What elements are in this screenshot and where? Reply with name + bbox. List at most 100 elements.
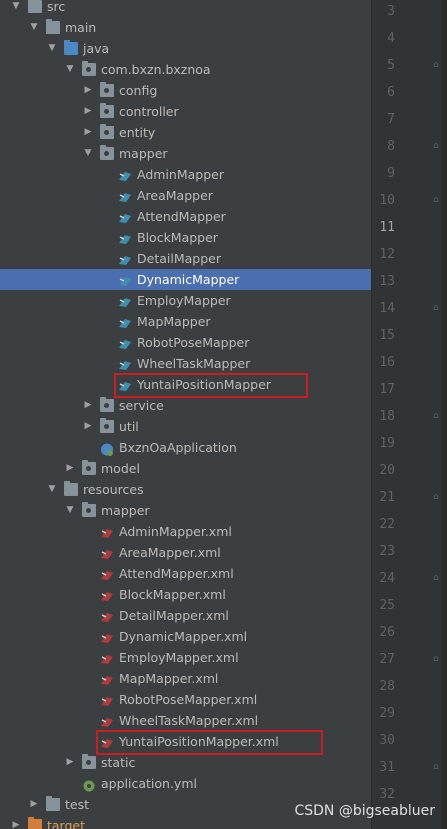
excluded-folder-icon [28,817,42,829]
tree-item[interactable]: ▶ entity [0,122,371,143]
fold-marker-icon[interactable]: ⌂ [433,141,441,151]
line-number: 20 [379,463,395,478]
tree-item[interactable]: EmployMapper.xml [0,647,371,668]
expand-arrow-right-icon[interactable]: ▶ [82,122,94,143]
tree-item[interactable]: EmployMapper [0,290,371,311]
tree-item-label: AreaMapper [137,188,213,203]
editor-gutter: 3 4 5 ⌂ 6 7 8 ⌂ 9 10 ⌂ 11 12 13 14 ⌂ 15 16 17 18 ⌂ 19 20 21 ⌂ 22 2… [371,0,447,829]
fold-marker-icon[interactable]: ⌂ [433,411,441,421]
tree-item[interactable]: AreaMapper.xml [0,542,371,563]
expand-arrow-right-icon[interactable]: ▶ [28,794,40,815]
tree-item[interactable]: ▶ static [0,752,371,773]
tree-item[interactable]: ▶ controller [0,101,371,122]
xml-file-icon [100,588,114,601]
tree-item[interactable]: application.yml [0,773,371,794]
expand-arrow-down-icon[interactable]: ▼ [10,0,22,17]
expand-arrow-right-icon[interactable]: ▶ [82,80,94,101]
line-number: 27 [379,652,395,667]
line-number: 13 [379,274,395,289]
expand-arrow-right-icon[interactable]: ▶ [82,101,94,122]
line-number: 3 [387,4,395,19]
tree-item-label: java [83,41,110,56]
tree-item[interactable]: AttendMapper.xml [0,563,371,584]
line-number: 28 [379,679,395,694]
expand-arrow-right-icon[interactable]: ▶ [82,395,94,416]
tree-item[interactable]: MapMapper.xml [0,668,371,689]
tree-item[interactable]: ▼ src [0,0,371,17]
tree-item[interactable]: BlockMapper [0,227,371,248]
tree-item[interactable]: ▶ service [0,395,371,416]
tree-item-label: config [119,83,158,98]
tree-item[interactable]: ▶ model [0,458,371,479]
fold-marker-icon[interactable]: ⌂ [433,654,441,664]
tree-item[interactable]: ▶ config [0,80,371,101]
expand-arrow-down-icon[interactable]: ▼ [46,38,58,59]
tree-item[interactable]: MapMapper [0,311,371,332]
tree-item[interactable]: ▼ com.bxzn.bxznoa [0,59,371,80]
expand-arrow-right-icon[interactable]: ▶ [10,815,22,829]
tree-item-label: model [101,461,140,476]
tree-item[interactable]: AdminMapper [0,164,371,185]
tree-item-label: resources [83,482,144,497]
fold-marker-icon[interactable]: ⌂ [433,573,441,583]
tree-item-label: WheelTaskMapper [137,356,251,371]
tree-item[interactable]: ▼ java [0,38,371,59]
fold-marker-icon[interactable]: ⌂ [433,492,441,502]
tree-item-label: application.yml [101,776,197,791]
tree-item-label: RobotPoseMapper.xml [119,692,258,707]
tree-item[interactable]: ▼ mapper [0,143,371,164]
package-icon [100,82,114,97]
fold-marker-icon[interactable]: ⌂ [433,195,441,205]
tree-item[interactable]: DetailMapper.xml [0,605,371,626]
mapper-interface-icon [118,357,132,370]
expand-arrow-down-icon[interactable]: ▼ [64,59,76,80]
fold-marker-icon[interactable]: ⌂ [433,762,441,772]
tree-item[interactable]: BlockMapper.xml [0,584,371,605]
xml-file-icon [100,567,114,580]
line-number: 8 [387,139,395,154]
tree-item[interactable]: BxznOaApplication [0,437,371,458]
tree-item[interactable]: RobotPoseMapper.xml [0,689,371,710]
tree-item-label: static [101,755,136,770]
line-number: 29 [379,706,395,721]
tree-item[interactable]: ▶ util [0,416,371,437]
package-icon [82,61,96,76]
mapper-interface-icon [118,231,132,244]
tree-item[interactable]: DynamicMapper [0,269,371,290]
line-number: 24 [379,571,395,586]
fold-marker-icon[interactable]: ⌂ [433,60,441,70]
tree-item[interactable]: WheelTaskMapper [0,353,371,374]
line-number: 30 [379,733,395,748]
tree-item[interactable]: DynamicMapper.xml [0,626,371,647]
tree-item-label: DynamicMapper.xml [119,629,248,644]
expand-arrow-down-icon[interactable]: ▼ [82,143,94,164]
line-number: 26 [379,625,395,640]
tree-item-label: mapper [119,146,168,161]
expand-arrow-down-icon[interactable]: ▼ [28,17,40,38]
tree-item[interactable]: ▼ mapper [0,500,371,521]
mapper-interface-icon [118,273,132,286]
project-tree[interactable]: ▼ src ▼ main ▼ java ▼ com.bxzn.bxznoa ▶ config ▶ co… [0,0,371,829]
tree-item[interactable]: ▼ main [0,17,371,38]
tree-item[interactable]: ▼ resources [0,479,371,500]
mapper-interface-icon [118,168,132,181]
xml-file-icon [100,672,114,685]
expand-arrow-right-icon[interactable]: ▶ [64,752,76,773]
expand-arrow-down-icon[interactable]: ▼ [46,479,58,500]
tree-item[interactable]: DetailMapper [0,248,371,269]
tree-item[interactable]: AreaMapper [0,185,371,206]
line-number: 25 [379,598,395,613]
tree-item[interactable]: WheelTaskMapper.xml [0,710,371,731]
fold-marker-icon[interactable]: ⌂ [433,303,441,313]
expand-arrow-down-icon[interactable]: ▼ [64,500,76,521]
tree-item[interactable]: AdminMapper.xml [0,521,371,542]
expand-arrow-right-icon[interactable]: ▶ [82,416,94,437]
package-icon [100,124,114,139]
tree-item-label: DetailMapper.xml [119,608,229,623]
tree-item[interactable]: RobotPoseMapper [0,332,371,353]
tree-item-label: main [65,20,97,35]
expand-arrow-right-icon[interactable]: ▶ [64,458,76,479]
tree-item[interactable]: AttendMapper [0,206,371,227]
mapper-interface-icon [118,252,132,265]
line-number: 18 [379,409,395,424]
